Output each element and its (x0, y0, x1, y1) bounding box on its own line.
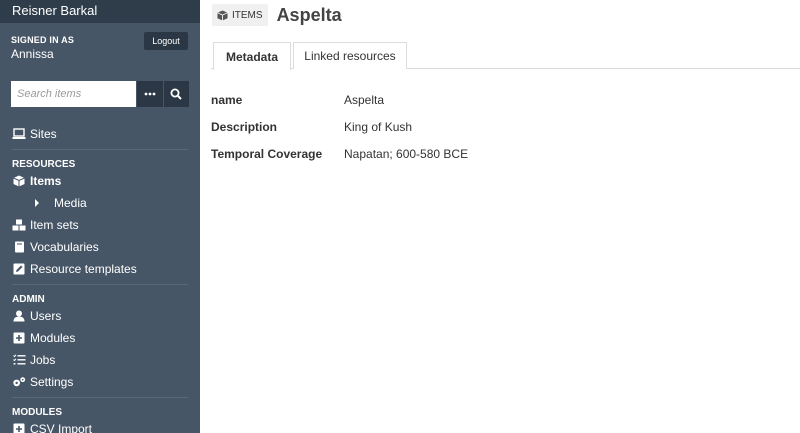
sidebar-item-label: Media (54, 196, 87, 210)
properties-list: name Aspelta Description King of Kush Te… (211, 86, 468, 167)
items-breadcrumb[interactable]: ITEMS (212, 4, 268, 26)
sidebar-item-modules[interactable]: Modules (0, 327, 200, 349)
sidebar-item-label: Settings (30, 375, 74, 389)
sidebar-item-label: Items (30, 174, 62, 188)
sidebar-item-label: Users (30, 309, 62, 323)
advanced-search-button[interactable] (137, 81, 163, 107)
divider (12, 149, 188, 150)
sidebar-item-media[interactable]: Media (0, 192, 200, 214)
sidebar-item-label: Jobs (30, 353, 56, 367)
sidebar-item-sites[interactable]: Sites (0, 123, 200, 145)
sidebar-item-csv-import[interactable]: CSV Import (0, 418, 200, 433)
tab-metadata[interactable]: Metadata (213, 42, 291, 70)
sidebar-item-label: Item sets (30, 218, 79, 232)
tasks-icon (12, 353, 26, 367)
cube-icon (12, 174, 26, 188)
search-icon (170, 88, 182, 100)
sidebar-item-vocabularies[interactable]: Vocabularies (0, 236, 200, 258)
edit-icon (12, 262, 26, 276)
property-value: Napatan; 600-580 BCE (344, 146, 469, 161)
laptop-icon (12, 127, 26, 141)
sidebar-item-users[interactable]: Users (0, 305, 200, 327)
section-label-resources: RESOURCES (12, 159, 76, 170)
search-row (11, 81, 189, 107)
section-label-modules: MODULES (12, 407, 62, 418)
main-content: ITEMS Aspelta Metadata Linked resources … (200, 0, 800, 433)
property-label: Description (211, 119, 278, 134)
divider (12, 397, 188, 398)
tab-bar: Metadata Linked resources (211, 42, 800, 70)
sidebar-item-settings[interactable]: Settings (0, 371, 200, 393)
cogs-icon (12, 375, 26, 389)
sidebar-item-label: CSV Import (30, 422, 93, 433)
search-input[interactable] (11, 81, 136, 107)
property-label: name (211, 92, 243, 107)
page-title: Aspelta (276, 4, 342, 25)
plus-square-icon (12, 422, 26, 433)
sidebar-item-label: Resource templates (30, 262, 137, 276)
sidebar: Reisner Barkal SIGNED IN AS Annissa Logo… (0, 0, 200, 433)
sidebar-item-resource-templates[interactable]: Resource templates (0, 258, 200, 280)
logout-button[interactable]: Logout (144, 32, 188, 50)
plus-square-icon (12, 331, 26, 345)
ellipsis-icon (144, 92, 156, 96)
page-header: ITEMS Aspelta (200, 0, 800, 30)
sidebar-item-jobs[interactable]: Jobs (0, 349, 200, 371)
tab-linked-resources[interactable]: Linked resources (293, 42, 407, 69)
sidebar-item-items[interactable]: Items (0, 170, 200, 192)
user-block: SIGNED IN AS Annissa Logout (0, 23, 200, 66)
property-row: Description King of Kush (211, 113, 468, 140)
user-icon (12, 309, 26, 323)
cube-icon (217, 9, 228, 21)
sidebar-item-item-sets[interactable]: Item sets (0, 214, 200, 236)
cubes-icon (12, 218, 26, 232)
property-label: Temporal Coverage (211, 146, 323, 161)
items-badge-label: ITEMS (232, 9, 263, 21)
caret-right-icon (30, 196, 44, 210)
sidebar-item-label: Sites (30, 127, 57, 141)
sidebar-item-label: Modules (30, 331, 76, 345)
property-row: Temporal Coverage Napatan; 600-580 BCE (211, 140, 468, 167)
divider (12, 284, 188, 285)
site-title[interactable]: Reisner Barkal (0, 0, 200, 23)
section-label-admin: ADMIN (12, 294, 45, 305)
sidebar-nav: Sites RESOURCES Items Media Item sets Vo… (0, 123, 200, 433)
property-value: Aspelta (344, 92, 385, 107)
sidebar-item-label: Vocabularies (30, 240, 99, 254)
property-value: King of Kush (344, 119, 413, 134)
search-button[interactable] (163, 81, 189, 107)
property-row: name Aspelta (211, 86, 468, 113)
book-icon (12, 240, 26, 254)
